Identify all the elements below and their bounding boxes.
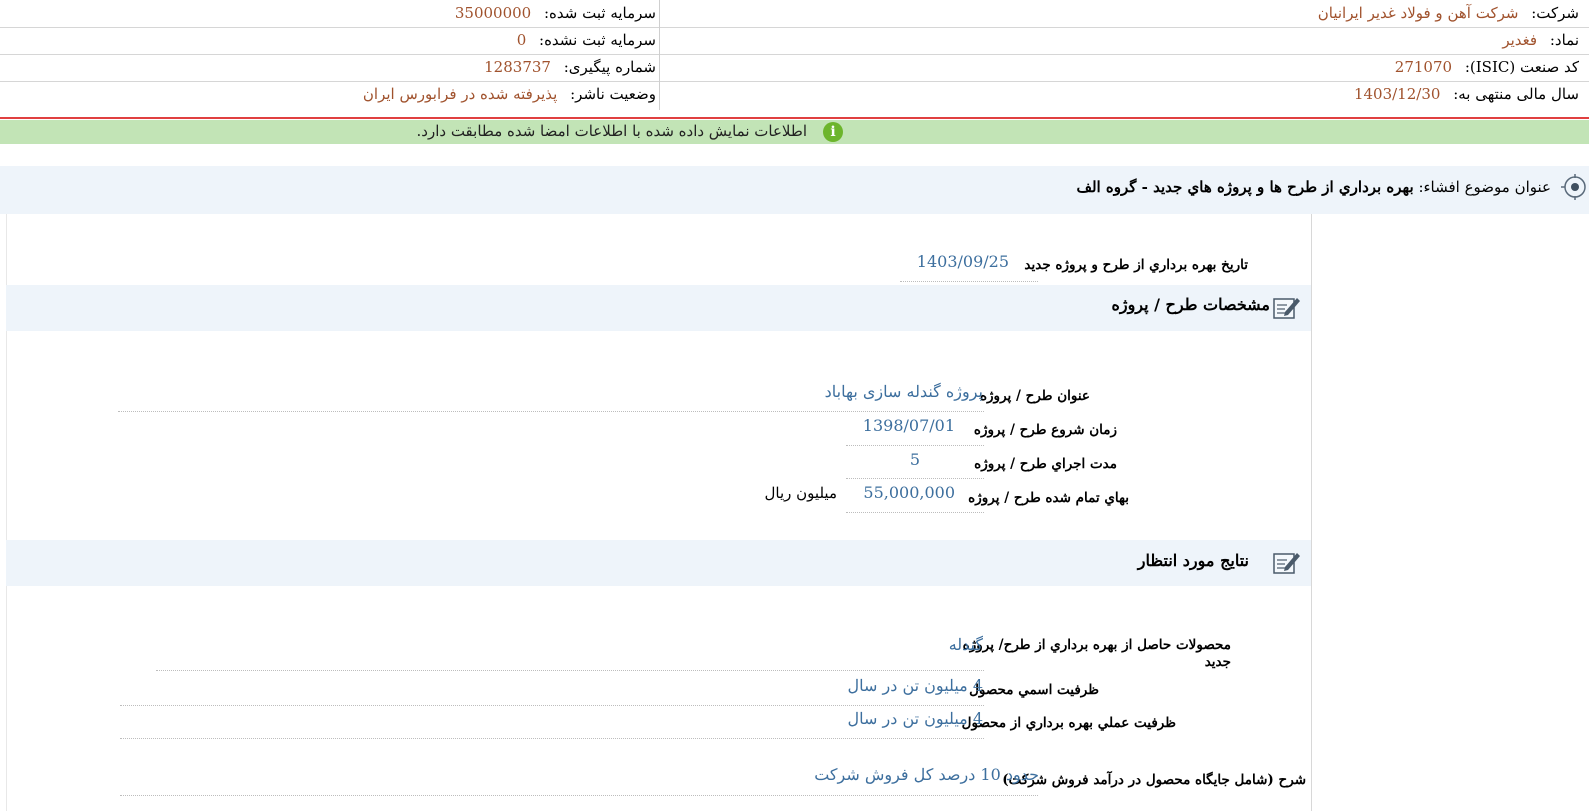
nominal-capacity-underline	[120, 705, 984, 706]
project-section-title: مشخصات طرح / پروژه	[1111, 295, 1270, 314]
tracking-number-label: شماره پیگیری:	[563, 58, 656, 76]
publisher-status-label: وضعیت ناشر:	[570, 85, 656, 103]
company-value: شرکت آهن و فولاد غدیر ایرانیان	[1317, 4, 1519, 22]
project-cost-label: بهاي تمام شده طرح / پروژه	[968, 490, 1129, 506]
disclosure-subject: عنوان موضوع افشاء: بهره برداري از طرح ها…	[1076, 178, 1551, 196]
isic-value: 271070	[1394, 58, 1453, 76]
project-cost-value: 55,000,000	[863, 483, 955, 502]
info-row-2	[0, 27, 1589, 55]
nominal-capacity-value: 4 میلیون تن در سال	[847, 676, 983, 695]
panel-right-border	[1311, 214, 1312, 811]
fiscal-year-value: 1403/12/30	[1353, 85, 1441, 103]
practical-capacity-underline	[120, 738, 984, 739]
fiscal-year-field: سال مالی منتهی به: 1403/12/30	[1354, 85, 1579, 103]
project-title-underline	[118, 411, 984, 412]
symbol-label: نماد:	[1549, 31, 1579, 49]
results-section-title: نتايج مورد انتظار	[1137, 551, 1249, 570]
nominal-capacity-label: ظرفيت اسمي محصول	[969, 682, 1099, 698]
project-cost-underline	[846, 512, 984, 513]
unregistered-capital-value: 0	[516, 31, 527, 49]
description-label: شرح (شامل جايگاه محصول در درآمد فروش شرک…	[1002, 772, 1306, 788]
publisher-status-field: وضعیت ناشر: پذیرفته شده در فرابورس ایران	[363, 85, 656, 103]
subject-label: عنوان موضوع افشاء:	[1418, 178, 1551, 196]
exploitation-date-underline	[900, 281, 1038, 282]
subject-value: بهره برداري از طرح ها و پروژه هاي جديد -…	[1076, 178, 1414, 196]
description-value: حدود 10 درصد کل فروش شرکت	[814, 765, 1039, 784]
practical-capacity-label: ظرفيت عملي بهره برداري از محصول	[961, 715, 1176, 731]
symbol-field: نماد: فغدیر	[1502, 31, 1579, 49]
registered-capital-label: سرمایه ثبت شده:	[544, 4, 656, 22]
separator-rule	[0, 117, 1589, 119]
project-duration-value: 5	[909, 450, 920, 469]
project-duration-underline	[846, 478, 984, 479]
info-row-4	[0, 81, 1589, 108]
products-label: محصولات حاصل از بهره برداري از طرح/ پروژ…	[963, 637, 1231, 671]
registered-capital-field: سرمایه ثبت شده: 35000000	[455, 4, 656, 22]
tracking-number-field: شماره پیگیری: 1283737	[484, 58, 656, 76]
registered-capital-value: 35000000	[454, 4, 532, 22]
products-label-line1: محصولات حاصل از بهره برداري از طرح/ پروژ…	[962, 637, 1231, 653]
project-duration-label: مدت اجراي طرح / پروژه	[974, 456, 1117, 472]
verification-notice: i اطلاعات نمایش داده شده با اطلاعات امضا…	[0, 120, 1589, 144]
notice-text: اطلاعات نمایش داده شده با اطلاعات امضا ش…	[416, 122, 807, 140]
company-field: شرکت: شرکت آهن و فولاد غدیر ایرانیان	[1318, 4, 1579, 22]
project-start-value: 1398/07/01	[862, 416, 955, 435]
project-start-underline	[846, 445, 984, 446]
target-icon	[1561, 174, 1586, 200]
tracking-number-value: 1283737	[484, 58, 551, 76]
description-underline	[120, 795, 1038, 796]
isic-label: کد صنعت (ISIC):	[1464, 58, 1579, 76]
publisher-status-value: پذیرفته شده در فرابورس ایران	[362, 85, 558, 103]
project-title-value: پروژه گندله سازی بهاباد	[824, 382, 983, 401]
fiscal-year-label: سال مالی منتهی به:	[1453, 85, 1579, 103]
products-label-line2: جديد	[1204, 654, 1231, 670]
products-value: گندله	[948, 635, 983, 654]
project-cost-unit: میلیون ریال	[764, 484, 837, 502]
project-start-label: زمان شروع طرح / پروژه	[973, 422, 1117, 438]
info-icon: i	[823, 122, 843, 142]
practical-capacity-value: 4 میلیون تن در سال	[847, 709, 983, 728]
isic-field: کد صنعت (ISIC): 271070	[1395, 58, 1579, 76]
exploitation-date-label: تاريخ بهره برداري از طرح و پروژه جديد	[1024, 257, 1248, 273]
unregistered-capital-field: سرمایه ثبت نشده: 0	[517, 31, 656, 49]
info-divider	[659, 0, 660, 110]
products-underline	[156, 670, 984, 671]
unregistered-capital-label: سرمایه ثبت نشده:	[539, 31, 656, 49]
edit-icon	[1273, 553, 1300, 574]
results-section-header	[6, 540, 1311, 586]
company-label: شرکت:	[1531, 4, 1579, 22]
project-title-label: عنوان طرح / پروژه	[979, 388, 1090, 404]
info-row-3	[0, 54, 1589, 82]
edit-icon	[1273, 298, 1300, 319]
company-info-table: شرکت: شرکت آهن و فولاد غدیر ایرانیان نما…	[0, 0, 1589, 110]
symbol-value: فغدیر	[1502, 31, 1538, 49]
exploitation-date-value: 1403/09/25	[916, 252, 1009, 271]
